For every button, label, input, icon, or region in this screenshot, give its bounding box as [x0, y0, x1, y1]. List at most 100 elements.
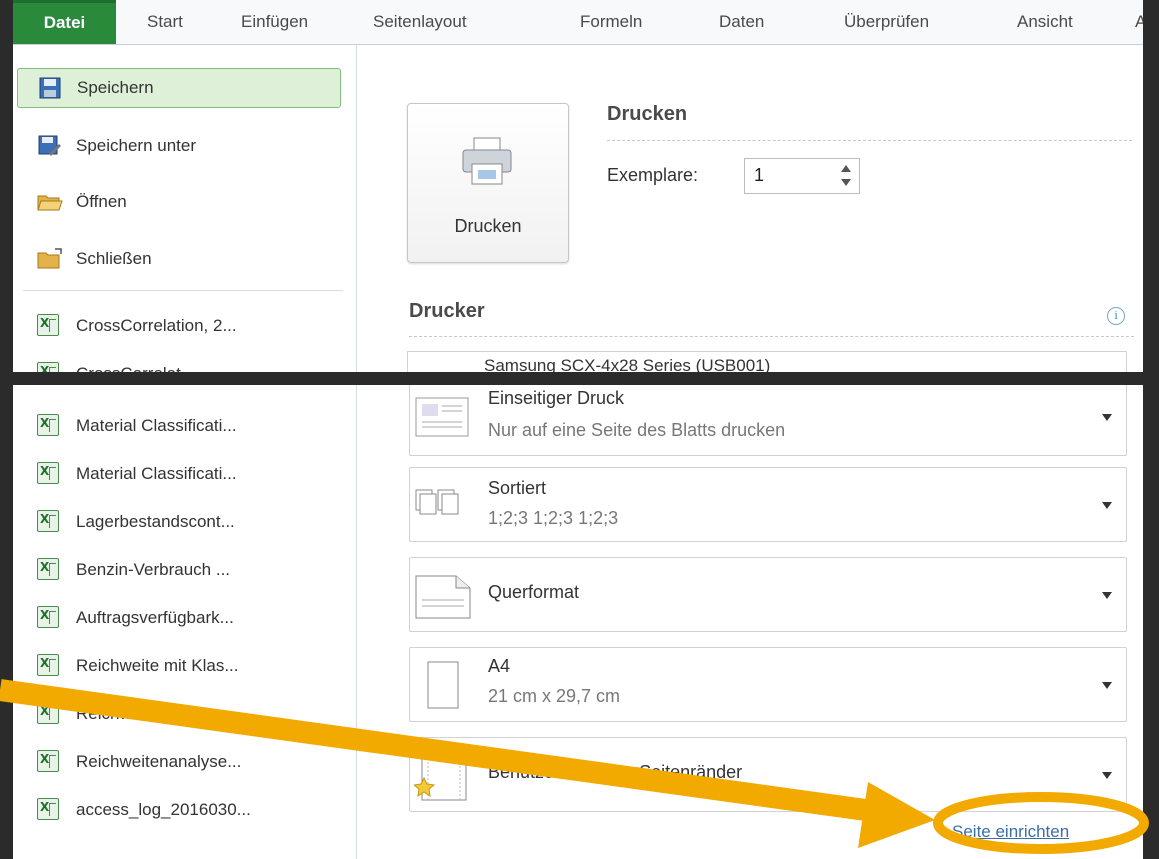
sidebar-divider: [23, 290, 343, 291]
recent-file-label: Reichweitenanalyse...: [76, 704, 242, 723]
tab-einfuegen[interactable]: Einfügen: [241, 0, 308, 44]
save-as-icon: [37, 134, 63, 158]
paper-size-dropdown[interactable]: A4 21 cm x 29,7 cm: [409, 647, 1127, 722]
recent-file-label: CrossCorrelat...: [76, 364, 195, 372]
setting-title: Sortiert: [488, 478, 547, 498]
sidebar-item-label: Schließen: [76, 249, 152, 268]
margins-dropdown[interactable]: Benutzerdefinierte Seitenränder: [409, 737, 1127, 812]
recent-file-item[interactable]: CrossCorrelat...: [17, 355, 339, 372]
folder-open-icon: [37, 190, 63, 214]
excel-file-icon: [37, 702, 63, 726]
copies-stepper[interactable]: 1: [744, 158, 860, 194]
sidebar-item-speichern[interactable]: Speichern: [17, 68, 341, 108]
excel-file-icon: [37, 314, 63, 338]
excel-file-icon: [37, 414, 63, 438]
tab-truncated[interactable]: A: [1135, 0, 1143, 44]
chevron-down-icon: [1102, 772, 1112, 779]
page-setup-link[interactable]: Seite einrichten: [952, 822, 1069, 842]
recent-file-item[interactable]: Reichweite mit Klas...: [17, 647, 339, 685]
recent-file-item[interactable]: access_log_2016030...: [17, 791, 339, 829]
backstage-bottom-panel: Material Classificati... Material Classi…: [13, 385, 1143, 859]
recent-file-label: Benzin-Verbrauch ...: [76, 560, 231, 579]
recent-file-label: Material Classificati...: [76, 416, 237, 435]
recent-file-item[interactable]: CrossCorrelation, 2...: [17, 307, 339, 345]
custom-margins-icon: [414, 749, 467, 801]
printer-dropdown[interactable]: Samsung SCX-4x28 Series (USB001): [407, 351, 1127, 372]
copies-value: 1: [754, 165, 765, 185]
excel-file-icon: [37, 558, 63, 582]
excel-file-icon: [37, 606, 63, 630]
recent-file-label: access_log_2016030...: [76, 800, 251, 819]
recent-file-label: CrossCorrelation, 2...: [76, 316, 237, 335]
recent-file-label: Lagerbestandscont...: [76, 512, 235, 531]
tab-datei[interactable]: Datei: [13, 0, 116, 44]
divider: [409, 336, 1134, 337]
setting-title: Einseitiger Druck: [488, 388, 625, 408]
spin-buttons[interactable]: [839, 163, 853, 189]
tab-start[interactable]: Start: [147, 0, 183, 44]
sidebar-item-speichern-unter[interactable]: Speichern unter: [17, 127, 339, 165]
recent-file-item[interactable]: Auftragsverfügbark...: [17, 599, 339, 637]
setting-subtitle: 21 cm x 29,7 cm: [488, 686, 621, 706]
ribbon-tab-bar: Datei Start Einfügen Seitenlayout Formel…: [13, 0, 1143, 45]
save-icon: [38, 76, 64, 100]
recent-file-item[interactable]: Lagerbestandscont...: [17, 503, 339, 541]
setting-title: Benutzerdefinierte Seitenränder: [488, 762, 743, 782]
print-section-title: Drucken: [607, 103, 688, 125]
setting-title: Querformat: [488, 582, 580, 602]
recent-file-label: Reichweitenanalyse...: [76, 752, 242, 771]
print-button[interactable]: Drucken: [407, 103, 569, 263]
chevron-down-icon: [1102, 682, 1112, 689]
paper-size-icon: [427, 661, 459, 709]
printer-section-title: Drucker: [409, 300, 485, 322]
tab-ansicht[interactable]: Ansicht: [1017, 0, 1073, 44]
recent-file-item[interactable]: Benzin-Verbrauch ...: [17, 551, 339, 589]
recent-files-list: Material Classificati... Material Classi…: [13, 385, 357, 859]
recent-file-label: Auftragsverfügbark...: [76, 608, 234, 627]
recent-file-label: Reichweite mit Klas...: [76, 656, 239, 675]
excel-file-icon: [37, 750, 63, 774]
sidebar-item-label: Speichern unter: [76, 136, 197, 155]
landscape-icon: [415, 575, 471, 619]
print-settings-pane: Einseitiger Druck Nur auf eine Seite des…: [357, 385, 1143, 859]
sides-dropdown[interactable]: Einseitiger Druck Nur auf eine Seite des…: [409, 385, 1127, 456]
excel-file-icon: [37, 510, 63, 534]
recent-file-item[interactable]: Reichweitenanalyse...: [17, 695, 339, 733]
excel-file-icon: [37, 362, 63, 372]
excel-file-icon: [37, 798, 63, 822]
chevron-down-icon: [1102, 502, 1112, 509]
spin-up-icon[interactable]: [841, 165, 851, 172]
chevron-down-icon: [1102, 414, 1112, 421]
sidebar-item-oeffnen[interactable]: Öffnen: [17, 183, 339, 221]
tab-seitenlayout[interactable]: Seitenlayout: [373, 0, 467, 44]
recent-file-item[interactable]: Reichweitenanalyse...: [17, 743, 339, 781]
collation-dropdown[interactable]: Sortiert 1;2;3 1;2;3 1;2;3: [409, 467, 1127, 542]
copies-label: Exemplare:: [607, 165, 699, 185]
divider: [607, 140, 1132, 141]
folder-close-icon: [37, 247, 63, 271]
printer-name: Samsung SCX-4x28 Series (USB001): [484, 356, 771, 372]
sidebar-item-schliessen[interactable]: Schließen: [17, 240, 339, 278]
recent-file-label: Material Classificati...: [76, 464, 237, 483]
setting-subtitle: 1;2;3 1;2;3 1;2;3: [488, 508, 619, 528]
collated-icon: [415, 489, 459, 515]
backstage-sidebar: Speichern Speichern unter Öffnen Schließ…: [13, 45, 357, 372]
print-button-label: Drucken: [454, 216, 522, 236]
print-pane-top: Drucken Drucken Exemplare: 1 Drucker i S…: [357, 45, 1143, 372]
tab-ueberpruefen[interactable]: Überprüfen: [844, 0, 929, 44]
tab-daten[interactable]: Daten: [719, 0, 764, 44]
sidebar-item-label: Öffnen: [76, 192, 127, 211]
tab-formeln[interactable]: Formeln: [580, 0, 642, 44]
orientation-dropdown[interactable]: Querformat: [409, 557, 1127, 632]
info-icon[interactable]: i: [1107, 307, 1125, 325]
excel-file-icon: [37, 462, 63, 486]
recent-file-item[interactable]: Material Classificati...: [17, 407, 339, 445]
setting-title: A4: [488, 656, 511, 676]
printer-icon: [462, 137, 512, 185]
setting-subtitle: Nur auf eine Seite des Blatts drucken: [488, 420, 786, 440]
spin-down-icon[interactable]: [841, 179, 851, 186]
excel-file-icon: [37, 654, 63, 678]
recent-file-item[interactable]: Material Classificati...: [17, 455, 339, 493]
chevron-down-icon: [1102, 592, 1112, 599]
backstage-top-panel: Datei Start Einfügen Seitenlayout Formel…: [13, 0, 1143, 372]
